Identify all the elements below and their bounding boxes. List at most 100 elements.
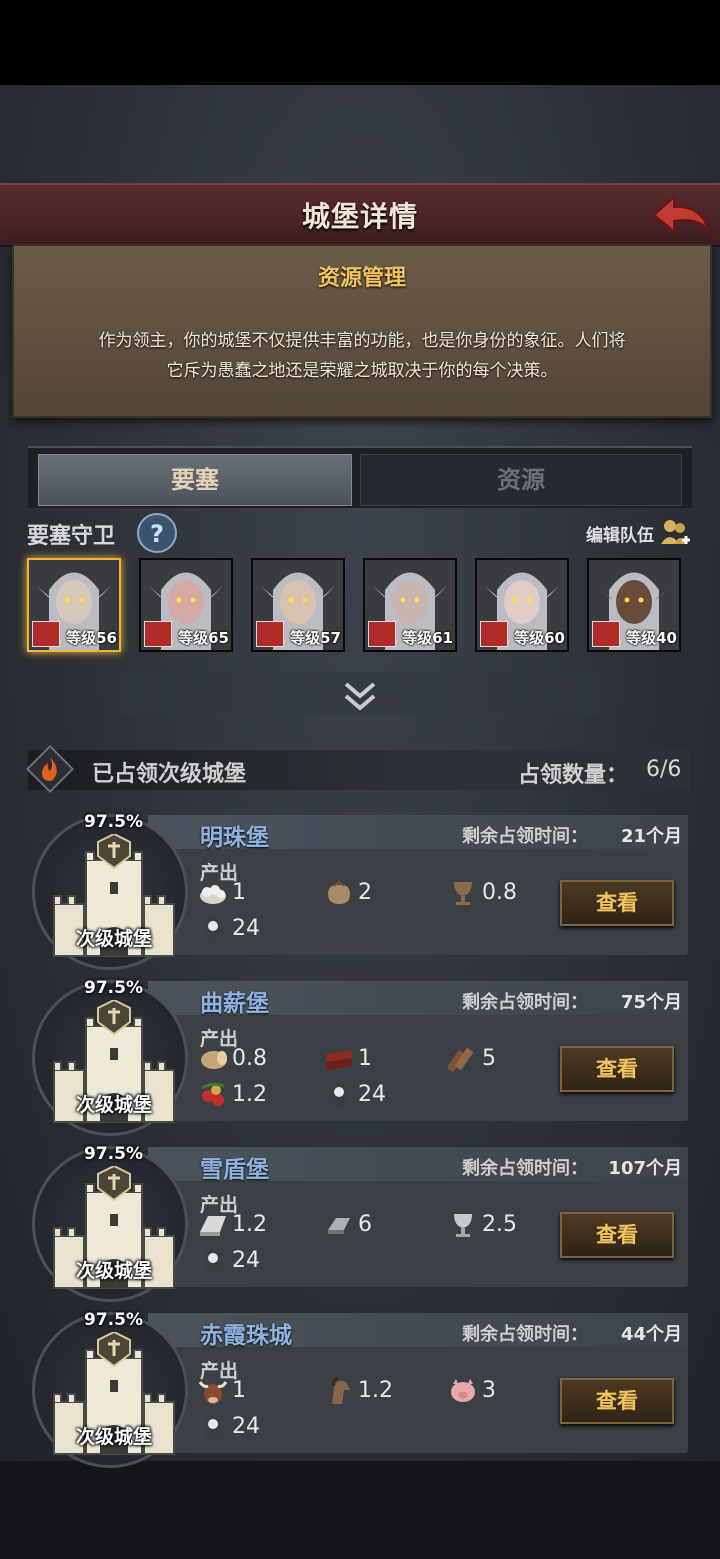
silver-ingot-icon: [200, 1216, 226, 1236]
resource-value: 1.2: [358, 1378, 393, 1403]
castle-card: 97.5% 次级城堡 明珠堡 剩余占领时间： 21个月 产出 1 2 0.8 24 查看: [28, 810, 690, 970]
resource-value: 2: [358, 880, 372, 905]
bull-icon: [198, 1381, 228, 1404]
view-button[interactable]: 查看: [560, 880, 674, 926]
banner-icon: [330, 1082, 348, 1108]
tab-bar: 要塞 资源: [28, 446, 692, 508]
time-value: 21个月: [620, 826, 682, 847]
view-button[interactable]: 查看: [560, 1212, 674, 1258]
planks-icon: [448, 1047, 474, 1073]
help-icon[interactable]: ?: [137, 513, 177, 553]
view-button[interactable]: 查看: [560, 1378, 674, 1424]
castle-card: 97.5% 次级城堡 雪盾堡 剩余占领时间： 107个月 产出 1.2 6 2.5 24 查看: [28, 1142, 690, 1302]
back-arrow-icon[interactable]: [650, 189, 712, 241]
time-label: 剩余占领时间：: [462, 992, 588, 1013]
castle-name: 雪盾堡: [200, 1157, 269, 1183]
hero-level: 等级57: [290, 629, 341, 647]
berries-icon: [201, 1082, 225, 1106]
iron-ingot-icon: [328, 1218, 350, 1234]
hero-card[interactable]: 等级61: [363, 558, 457, 652]
banner-icon: [204, 916, 222, 942]
time-value: 75个月: [620, 992, 682, 1013]
tab-fortress[interactable]: 要塞: [38, 454, 352, 506]
cotton-icon: [200, 885, 226, 904]
guards-label: 要塞守卫: [27, 524, 116, 549]
hero-class-icon: [256, 621, 284, 647]
hero-level: 等级40: [626, 629, 677, 647]
count-value: 6/6: [646, 757, 682, 782]
hero-class-icon: [592, 621, 620, 647]
hero-card[interactable]: 等级60: [475, 558, 569, 652]
horse-icon: [332, 1376, 350, 1404]
resource-value: 1.2: [232, 1212, 267, 1237]
hero-class-icon: [144, 621, 172, 647]
pig-icon: [451, 1379, 475, 1402]
time-label: 剩余占领时间：: [462, 826, 588, 847]
resource-value: 0.8: [232, 1046, 267, 1071]
fire-icon: [26, 745, 74, 793]
status-bar: [0, 0, 720, 85]
resource-value: 24: [232, 1414, 260, 1439]
resource-value: 24: [232, 1248, 260, 1273]
intro-text-line: 作为领主，你的城堡不仅提供丰富的功能，也是你身份的象征。人们将: [98, 331, 626, 351]
edit-team-button[interactable]: 编辑队伍: [586, 521, 654, 546]
hero-level: 等级65: [178, 629, 229, 647]
castle-card: 97.5% 次级城堡 赤霞珠城 剩余占领时间： 44个月 产出 1 1.2 3 24 查看: [28, 1308, 690, 1468]
page-title: 城堡详情: [301, 200, 418, 233]
header-bar: 城堡详情: [0, 183, 720, 247]
castle-name: 赤霞珠城: [200, 1323, 292, 1349]
castle-percent: 97.5%: [84, 1144, 143, 1164]
edit-team-label: 编辑队伍: [586, 526, 654, 546]
castle-type: 次级城堡: [76, 928, 153, 950]
castle-card: 97.5% 次级城堡 曲薪堡 剩余占领时间： 75个月 产出 0.8 1 5 1.2 24 查看: [28, 976, 690, 1136]
hero-card[interactable]: 等级57: [251, 558, 345, 652]
resource-value: 1.2: [232, 1082, 267, 1107]
hero-card[interactable]: 等级65: [139, 558, 233, 652]
goblet-icon: [454, 882, 472, 905]
castle-percent: 97.5%: [84, 978, 143, 998]
resource-value: 3: [482, 1378, 496, 1403]
silver-cup-icon: [454, 1214, 472, 1237]
timber-icon: [325, 1049, 353, 1071]
resource-value: 1: [358, 1046, 372, 1071]
log-icon: [201, 1051, 227, 1069]
tab-resources[interactable]: 资源: [360, 454, 682, 506]
view-button[interactable]: 查看: [560, 1046, 674, 1092]
time-value: 44个月: [620, 1324, 682, 1345]
banner-icon: [204, 1248, 222, 1274]
resource-value: 0.8: [482, 880, 517, 905]
hero-class-icon: [480, 621, 508, 647]
occupied-title: 已占领次级城堡: [92, 762, 247, 787]
castle-type: 次级城堡: [76, 1426, 153, 1448]
hero-level: 等级60: [514, 629, 565, 647]
castle-name: 曲薪堡: [200, 991, 269, 1017]
sack-icon: [328, 880, 350, 904]
intro-panel: 资源管理 作为领主，你的城堡不仅提供丰富的功能，也是你身份的象征。人们将 它斥为…: [12, 244, 712, 418]
resource-value: 1: [232, 880, 246, 905]
intro-title: 资源管理: [317, 266, 406, 291]
castle-percent: 97.5%: [84, 1310, 143, 1330]
resource-value: 24: [232, 916, 260, 941]
hero-list: 等级56 等级65 等级57 等级61 等级60 等级40: [27, 558, 691, 654]
time-value: 107个月: [608, 1158, 682, 1179]
resource-value: 5: [482, 1046, 496, 1071]
resource-value: 6: [358, 1212, 372, 1237]
time-label: 剩余占领时间：: [462, 1324, 588, 1345]
team-icon[interactable]: [660, 516, 690, 550]
intro-text: 作为领主，你的城堡不仅提供丰富的功能，也是你身份的象征。人们将 它斥为愚蠢之地还…: [44, 326, 680, 386]
castle-type: 次级城堡: [76, 1094, 153, 1116]
resource-value: 24: [358, 1082, 386, 1107]
resource-value: 2.5: [482, 1212, 517, 1237]
hero-class-icon: [32, 621, 60, 647]
castle-percent: 97.5%: [84, 812, 143, 832]
bottom-bar: [0, 1461, 720, 1559]
hero-level: 等级61: [402, 629, 453, 647]
castle-name: 明珠堡: [200, 825, 269, 851]
banner-icon: [204, 1414, 222, 1440]
hero-level: 等级56: [66, 629, 117, 647]
hero-card[interactable]: 等级56: [27, 558, 121, 652]
hero-card[interactable]: 等级40: [587, 558, 681, 652]
castle-type: 次级城堡: [76, 1260, 153, 1282]
count-label: 占领数量：: [518, 763, 629, 788]
chevron-down-icon[interactable]: [340, 680, 380, 714]
